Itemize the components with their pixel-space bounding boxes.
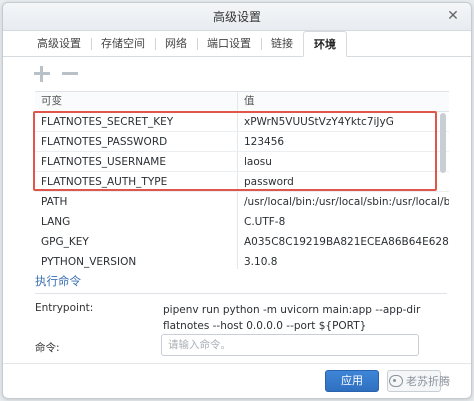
- tab-network[interactable]: 网络: [155, 31, 197, 56]
- table-row[interactable]: LANG C.UTF-8: [35, 212, 449, 232]
- entrypoint-label: Entrypoint:: [35, 302, 94, 314]
- table-scrollbar[interactable]: [439, 111, 447, 267]
- column-header-variable[interactable]: 可变: [35, 92, 237, 111]
- watermark: 老苏折腾: [389, 373, 450, 389]
- execution-section-title: 执行命令: [35, 274, 81, 288]
- close-icon[interactable]: ✕: [445, 9, 461, 25]
- variable-name[interactable]: FLATNOTES_PASSWORD: [35, 132, 237, 152]
- variable-value[interactable]: /usr/local/bin:/usr/local/sbin:/usr/loca…: [237, 192, 449, 212]
- variable-name[interactable]: GPG_KEY: [35, 232, 237, 252]
- variable-value[interactable]: C.UTF-8: [237, 212, 449, 232]
- column-header-value[interactable]: 值: [237, 92, 449, 111]
- variable-value[interactable]: laosu: [237, 152, 449, 172]
- tab-links[interactable]: 链接: [261, 31, 303, 56]
- apply-button[interactable]: 应用: [325, 370, 379, 392]
- add-icon[interactable]: [33, 65, 51, 83]
- variable-value[interactable]: xPWrN5VUUStVzY4Yktc7iJyG: [237, 112, 449, 132]
- variable-value[interactable]: A035C8C19219BA821ECEA86B64E628F8D: [237, 232, 449, 252]
- variable-name[interactable]: LANG: [35, 212, 237, 232]
- env-toolbar: [33, 65, 79, 83]
- tab-port-settings[interactable]: 端口设置: [197, 31, 261, 56]
- scrollbar-thumb[interactable]: [440, 113, 446, 173]
- section-divider: [35, 293, 447, 294]
- variable-value[interactable]: 3.10.8: [237, 252, 449, 269]
- table-header: 可变 值: [35, 92, 449, 112]
- variable-name[interactable]: PATH: [35, 192, 237, 212]
- variable-name[interactable]: FLATNOTES_USERNAME: [35, 152, 237, 172]
- env-table: 可变 值 FLATNOTES_SECRET_KEY xPWrN5VUUStVzY…: [35, 91, 449, 269]
- variable-value[interactable]: password: [237, 172, 449, 192]
- tab-storage[interactable]: 存储空间: [91, 31, 155, 56]
- table-row[interactable]: FLATNOTES_AUTH_TYPE password: [35, 172, 449, 192]
- remove-icon[interactable]: [61, 65, 79, 83]
- command-label: 命令:: [35, 342, 60, 354]
- table-row[interactable]: GPG_KEY A035C8C19219BA821ECEA86B64E628F8…: [35, 232, 449, 252]
- variable-name[interactable]: FLATNOTES_AUTH_TYPE: [35, 172, 237, 192]
- table-row[interactable]: FLATNOTES_SECRET_KEY xPWrN5VUUStVzY4Yktc…: [35, 112, 449, 132]
- titlebar: 高级设置 ✕: [3, 3, 471, 31]
- variable-name[interactable]: FLATNOTES_SECRET_KEY: [35, 112, 237, 132]
- table-row[interactable]: PYTHON_VERSION 3.10.8: [35, 252, 449, 269]
- tab-environment[interactable]: 环境: [303, 31, 347, 57]
- footer-divider: [3, 363, 471, 364]
- tab-bar: 高级设置 存储空间 网络 端口设置 链接 环境: [3, 31, 471, 57]
- command-input[interactable]: [161, 334, 419, 356]
- window-title: 高级设置: [212, 10, 261, 24]
- watermark-text: 老苏折腾: [406, 375, 450, 388]
- variable-name[interactable]: PYTHON_VERSION: [35, 252, 237, 269]
- wechat-icon: [389, 375, 403, 387]
- variable-value[interactable]: 123456: [237, 132, 449, 152]
- advanced-settings-dialog: 高级设置 ✕ 高级设置 存储空间 网络 端口设置 链接 环境 可变 值 FLAT…: [2, 2, 472, 399]
- entrypoint-value: pipenv run python -m uvicorn main:app --…: [163, 304, 421, 332]
- table-row[interactable]: PATH /usr/local/bin:/usr/local/sbin:/usr…: [35, 192, 449, 212]
- table-row[interactable]: FLATNOTES_USERNAME laosu: [35, 152, 449, 172]
- tab-advanced[interactable]: 高级设置: [27, 31, 91, 56]
- table-row[interactable]: FLATNOTES_PASSWORD 123456: [35, 132, 449, 152]
